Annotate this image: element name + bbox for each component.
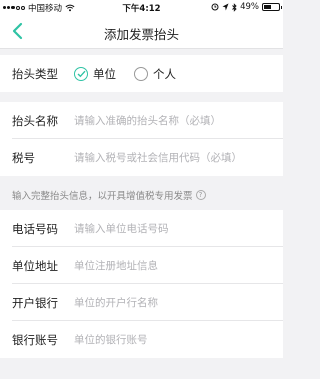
field-row-phone: 电话号码 — [0, 210, 283, 247]
location-icon — [222, 3, 229, 11]
bluetooth-icon — [232, 2, 237, 12]
hint-row: 输入完整抬头信息，以开具增值税专用发票 ? — [12, 188, 206, 202]
field-row-tax: 税号 — [0, 139, 283, 176]
battery-icon — [262, 3, 282, 11]
radio-circle-icon — [134, 66, 148, 81]
page-title: 添加发票抬头 — [103, 27, 179, 42]
account-input[interactable] — [74, 333, 275, 346]
field-label-title: 抬头名称 — [12, 113, 58, 128]
field-row-title: 抬头名称 — [0, 102, 283, 139]
help-icon[interactable]: ? — [195, 190, 206, 200]
battery-percent: 49% — [240, 2, 259, 12]
field-label-tax: 税号 — [12, 150, 35, 165]
radio-option-company[interactable]: 单位 — [74, 66, 116, 82]
field-row-account: 银行账号 — [0, 321, 283, 358]
field-row-address: 单位地址 — [0, 247, 283, 284]
phone-input[interactable] — [74, 222, 275, 235]
tax-number-input[interactable] — [74, 151, 275, 164]
field-label-bank: 开户银行 — [12, 295, 58, 310]
type-label: 抬头类型 — [12, 66, 58, 81]
hint-text: 输入完整抬头信息，以开具增值税专用发票 — [12, 191, 193, 202]
optional-section: 电话号码 单位地址 开户银行 银行账号 — [0, 210, 283, 358]
type-section: 抬头类型 单位 个人 — [0, 55, 283, 92]
field-label-account: 银行账号 — [12, 332, 58, 347]
bank-input[interactable] — [74, 296, 275, 309]
field-label-address: 单位地址 — [12, 258, 58, 273]
radio-label-company: 单位 — [93, 66, 116, 81]
radio-option-personal[interactable]: 个人 — [134, 66, 176, 82]
status-bar: 中国移动 下午4:12 49% — [0, 0, 283, 14]
checkmark-icon — [74, 66, 88, 81]
required-section: 抬头名称 税号 — [0, 102, 283, 176]
field-label-phone: 电话号码 — [12, 221, 58, 236]
nav-bar: 添加发票抬头 — [0, 14, 283, 49]
alarm-icon — [211, 3, 219, 11]
type-row: 抬头类型 单位 个人 — [0, 55, 283, 92]
radio-label-personal: 个人 — [153, 66, 176, 81]
title-name-input[interactable] — [74, 114, 275, 127]
status-right: 49% — [211, 2, 282, 12]
address-input[interactable] — [74, 259, 275, 272]
field-row-bank: 开户银行 — [0, 284, 283, 321]
